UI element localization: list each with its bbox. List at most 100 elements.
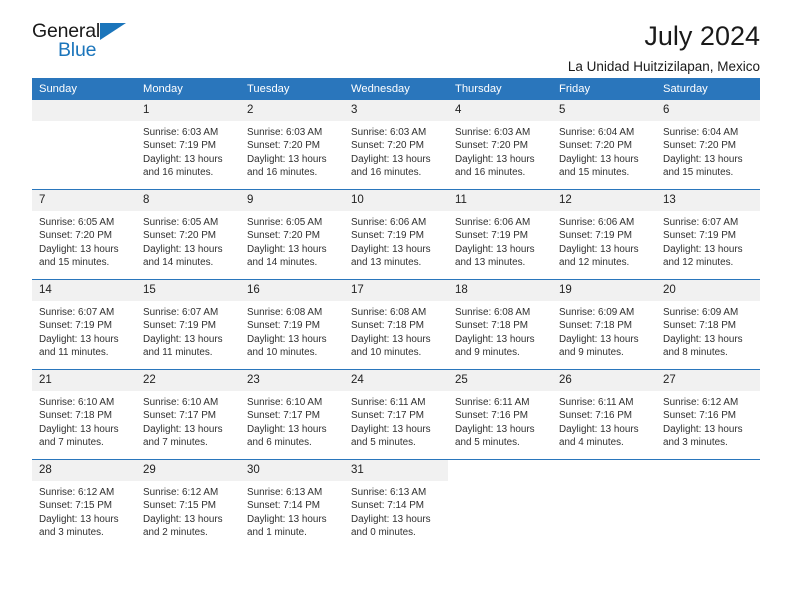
day-sun-info: Sunrise: 6:11 AM Sunset: 7:16 PM Daylight:… (552, 391, 656, 449)
daylight-text-line1: Daylight: 13 hours (143, 153, 223, 165)
calendar-day-cell[interactable]: 25 Sunrise: 6:11 AM Sunset: 7:16 PM Dayligh… (448, 369, 552, 460)
day-number: 9 (240, 190, 344, 211)
calendar-day-cell[interactable]: 15 Sunrise: 6:07 AM Sunset: 7:19 PM Dayligh… (136, 279, 240, 370)
day-number: 15 (136, 280, 240, 301)
calendar-day-cell[interactable]: 20 Sunrise: 6:09 AM Sunset: 7:18 PM Dayligh… (656, 279, 760, 370)
title-block: July 2024 La Unidad Huitzizilapan, Mexic… (568, 22, 760, 75)
calendar-day-cell[interactable]: 18 Sunrise: 6:08 AM Sunset: 7:18 PM Dayligh… (448, 279, 552, 370)
weekday-header-tuesday: Tuesday (240, 78, 344, 100)
calendar-day-cell[interactable]: 5 Sunrise: 6:04 AM Sunset: 7:20 PM Daylight… (552, 100, 656, 190)
day-cell-content: 25 Sunrise: 6:11 AM Sunset: 7:16 PM Dayligh… (448, 370, 552, 459)
calendar-day-cell[interactable]: 19 Sunrise: 6:09 AM Sunset: 7:18 PM Dayligh… (552, 279, 656, 370)
calendar-day-cell[interactable]: 12 Sunrise: 6:06 AM Sunset: 7:19 PM Dayligh… (552, 189, 656, 280)
day-sun-info: Sunrise: 6:13 AM Sunset: 7:14 PM Daylight:… (240, 481, 344, 539)
calendar-day-cell[interactable]: 4 Sunrise: 6:03 AM Sunset: 7:20 PM Daylight… (448, 100, 552, 190)
daylight-text-line2: and 16 minutes. (143, 166, 214, 178)
daylight-text-line2: and 8 minutes. (663, 346, 728, 358)
sunrise-text: Sunrise: 6:05 AM (143, 217, 219, 228)
calendar-day-cell[interactable]: 7 Sunrise: 6:05 AM Sunset: 7:20 PM Daylight… (32, 189, 136, 280)
day-number: 6 (656, 100, 760, 121)
daylight-text-line2: and 14 minutes. (143, 256, 214, 268)
daylight-text-line2: and 3 minutes. (663, 436, 728, 448)
calendar-day-cell[interactable]: 11 Sunrise: 6:06 AM Sunset: 7:19 PM Dayligh… (448, 189, 552, 280)
daylight-text-line2: and 16 minutes. (455, 166, 526, 178)
day-sun-info: Sunrise: 6:09 AM Sunset: 7:18 PM Daylight:… (656, 301, 760, 359)
day-cell-content: 1 Sunrise: 6:03 AM Sunset: 7:19 PM Daylight… (136, 100, 240, 189)
day-number: 25 (448, 370, 552, 391)
calendar-day-cell[interactable]: 23 Sunrise: 6:10 AM Sunset: 7:17 PM Dayligh… (240, 369, 344, 460)
sunset-text: Sunset: 7:18 PM (455, 320, 529, 332)
daylight-text-line1: Daylight: 13 hours (143, 423, 223, 435)
calendar-day-cell[interactable]: 31 Sunrise: 6:13 AM Sunset: 7:14 PM Dayligh… (344, 459, 448, 549)
day-cell-content: 31 Sunrise: 6:13 AM Sunset: 7:14 PM Dayligh… (344, 460, 448, 549)
day-sun-info: Sunrise: 6:08 AM Sunset: 7:19 PM Daylight:… (240, 301, 344, 359)
day-cell-content (656, 460, 760, 549)
daylight-text-line1: Daylight: 13 hours (39, 333, 119, 345)
calendar-day-cell[interactable]: 9 Sunrise: 6:05 AM Sunset: 7:20 PM Daylight… (240, 189, 344, 280)
calendar-day-cell[interactable]: 1 Sunrise: 6:03 AM Sunset: 7:19 PM Daylight… (136, 100, 240, 190)
daylight-text-line1: Daylight: 13 hours (559, 243, 639, 255)
daylight-text-line1: Daylight: 13 hours (247, 333, 327, 345)
calendar-day-cell[interactable]: 24 Sunrise: 6:11 AM Sunset: 7:17 PM Dayligh… (344, 369, 448, 460)
calendar-day-cell[interactable]: 2 Sunrise: 6:03 AM Sunset: 7:20 PM Daylight… (240, 100, 344, 190)
day-sun-info: Sunrise: 6:13 AM Sunset: 7:14 PM Daylight:… (344, 481, 448, 539)
day-number: 5 (552, 100, 656, 121)
sunset-text: Sunset: 7:19 PM (247, 320, 321, 332)
calendar-day-cell[interactable]: 22 Sunrise: 6:10 AM Sunset: 7:17 PM Dayligh… (136, 369, 240, 460)
daylight-text-line1: Daylight: 13 hours (663, 153, 743, 165)
daylight-text-line2: and 12 minutes. (559, 256, 630, 268)
calendar-day-cell[interactable]: 29 Sunrise: 6:12 AM Sunset: 7:15 PM Dayligh… (136, 459, 240, 549)
day-cell-content: 14 Sunrise: 6:07 AM Sunset: 7:19 PM Dayligh… (32, 280, 136, 369)
calendar-day-cell[interactable]: 3 Sunrise: 6:03 AM Sunset: 7:20 PM Daylight… (344, 100, 448, 190)
day-sun-info: Sunrise: 6:03 AM Sunset: 7:19 PM Daylight:… (136, 121, 240, 179)
calendar-day-cell[interactable]: 10 Sunrise: 6:06 AM Sunset: 7:19 PM Dayligh… (344, 189, 448, 280)
sunset-text: Sunset: 7:20 PM (247, 140, 321, 152)
weekday-header-saturday: Saturday (656, 78, 760, 100)
day-cell-content: 23 Sunrise: 6:10 AM Sunset: 7:17 PM Dayligh… (240, 370, 344, 459)
logo-text-blue: Blue (58, 39, 97, 61)
day-number: 24 (344, 370, 448, 391)
day-cell-content (552, 460, 656, 549)
day-number: 17 (344, 280, 448, 301)
calendar-day-cell (32, 100, 136, 190)
day-cell-content: 5 Sunrise: 6:04 AM Sunset: 7:20 PM Daylight… (552, 100, 656, 189)
day-sun-info: Sunrise: 6:06 AM Sunset: 7:19 PM Daylight:… (344, 211, 448, 269)
day-sun-info: Sunrise: 6:03 AM Sunset: 7:20 PM Daylight:… (448, 121, 552, 179)
daylight-text-line1: Daylight: 13 hours (663, 333, 743, 345)
calendar-day-cell[interactable]: 6 Sunrise: 6:04 AM Sunset: 7:20 PM Daylight… (656, 100, 760, 190)
calendar-day-cell[interactable]: 14 Sunrise: 6:07 AM Sunset: 7:19 PM Dayligh… (32, 279, 136, 370)
calendar-day-cell[interactable]: 16 Sunrise: 6:08 AM Sunset: 7:19 PM Dayligh… (240, 279, 344, 370)
day-number: 11 (448, 190, 552, 211)
calendar-day-cell[interactable]: 17 Sunrise: 6:08 AM Sunset: 7:18 PM Dayligh… (344, 279, 448, 370)
calendar-page: General Blue July 2024 La Unidad Huitziz… (0, 0, 792, 612)
daylight-text-line1: Daylight: 13 hours (143, 513, 223, 525)
sunset-text: Sunset: 7:20 PM (351, 140, 425, 152)
day-cell-content: 8 Sunrise: 6:05 AM Sunset: 7:20 PM Daylight… (136, 190, 240, 279)
sunrise-text: Sunrise: 6:09 AM (559, 307, 635, 318)
weekday-header-monday: Monday (136, 78, 240, 100)
day-number: 23 (240, 370, 344, 391)
daylight-text-line2: and 13 minutes. (351, 256, 422, 268)
calendar-day-cell[interactable]: 27 Sunrise: 6:12 AM Sunset: 7:16 PM Dayligh… (656, 369, 760, 460)
day-sun-info: Sunrise: 6:08 AM Sunset: 7:18 PM Daylight:… (448, 301, 552, 359)
sunrise-text: Sunrise: 6:13 AM (351, 487, 427, 498)
daylight-text-line1: Daylight: 13 hours (663, 423, 743, 435)
calendar-day-cell[interactable]: 21 Sunrise: 6:10 AM Sunset: 7:18 PM Dayligh… (32, 369, 136, 460)
daylight-text-line2: and 15 minutes. (559, 166, 630, 178)
day-cell-content: 12 Sunrise: 6:06 AM Sunset: 7:19 PM Dayligh… (552, 190, 656, 279)
daylight-text-line1: Daylight: 13 hours (247, 153, 327, 165)
logo-triangle-icon (100, 23, 126, 40)
sunset-text: Sunset: 7:14 PM (351, 500, 425, 512)
sunset-text: Sunset: 7:19 PM (143, 140, 217, 152)
calendar-day-cell[interactable]: 30 Sunrise: 6:13 AM Sunset: 7:14 PM Dayligh… (240, 459, 344, 549)
calendar-day-cell[interactable]: 13 Sunrise: 6:07 AM Sunset: 7:19 PM Dayligh… (656, 189, 760, 280)
daylight-text-line2: and 13 minutes. (455, 256, 526, 268)
sunset-text: Sunset: 7:20 PM (247, 230, 321, 242)
day-cell-content: 17 Sunrise: 6:08 AM Sunset: 7:18 PM Dayligh… (344, 280, 448, 369)
calendar-day-cell[interactable]: 28 Sunrise: 6:12 AM Sunset: 7:15 PM Dayligh… (32, 459, 136, 549)
day-cell-content: 24 Sunrise: 6:11 AM Sunset: 7:17 PM Dayligh… (344, 370, 448, 459)
day-cell-content: 10 Sunrise: 6:06 AM Sunset: 7:19 PM Dayligh… (344, 190, 448, 279)
general-blue-logo[interactable]: General Blue (32, 21, 140, 66)
calendar-day-cell[interactable]: 26 Sunrise: 6:11 AM Sunset: 7:16 PM Dayligh… (552, 369, 656, 460)
calendar-day-cell[interactable]: 8 Sunrise: 6:05 AM Sunset: 7:20 PM Daylight… (136, 189, 240, 280)
